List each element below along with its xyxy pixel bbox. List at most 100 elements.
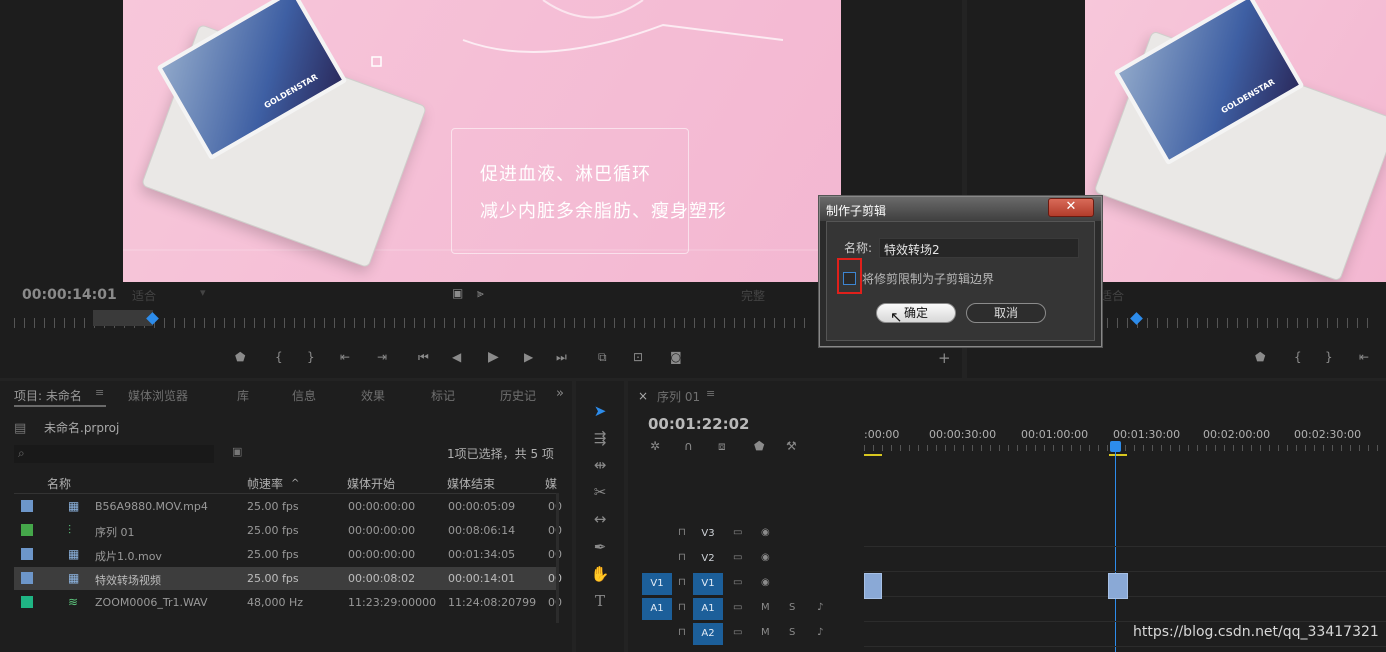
- column-name[interactable]: 名称: [47, 475, 71, 492]
- step-forward-end-icon[interactable]: ⏭: [556, 350, 567, 365]
- table-row[interactable]: ▦ 特效转场视频 25.00 fps 00:00:08:02 00:00:14:01 00: [14, 567, 562, 590]
- insert-icon[interactable]: ⧉: [598, 350, 607, 365]
- ripple-edit-tool-icon[interactable]: ⇹: [588, 454, 612, 476]
- tab-history[interactable]: 历史记: [500, 387, 536, 404]
- clip-v1-start[interactable]: [864, 573, 882, 599]
- program-video-frame[interactable]: GOLDENSTAR: [1085, 0, 1386, 282]
- new-bin-icon[interactable]: ▣: [232, 445, 242, 458]
- play-icon[interactable]: ▶: [488, 349, 499, 365]
- track-target-a2[interactable]: A2: [693, 623, 723, 645]
- marker-icon[interactable]: ⬟: [235, 350, 245, 364]
- dialog-title-bar[interactable]: 制作子剪辑 ✕: [820, 197, 1101, 221]
- track-header-v1[interactable]: V1 ⊓ V1 ▭ ◉: [628, 573, 864, 595]
- drag-video-icon[interactable]: ▣: [452, 286, 463, 300]
- add-marker-icon[interactable]: ⬟: [754, 439, 764, 453]
- timeline-ruler[interactable]: :00:00 00:00:30:00 00:01:00:00 00:01:30:…: [864, 421, 1386, 461]
- settings-wrench-icon[interactable]: ⚒: [786, 439, 797, 453]
- source-fit-dropdown[interactable]: 适合: [132, 287, 156, 304]
- lock-icon[interactable]: ⊓: [678, 577, 686, 588]
- mute-icon[interactable]: M: [761, 602, 770, 613]
- lock-icon[interactable]: ⊓: [678, 527, 686, 538]
- panel-menu-icon[interactable]: ≡: [95, 386, 104, 399]
- toggle-output-icon[interactable]: ◉: [761, 552, 770, 563]
- ok-button[interactable]: 确定: [876, 303, 956, 323]
- track-header-v2[interactable]: ⊓ V2 ▭ ◉: [628, 548, 864, 570]
- snap-icon[interactable]: ∩: [684, 439, 693, 453]
- tab-project[interactable]: 项目: 未命名: [14, 387, 82, 404]
- column-media-start[interactable]: 媒体开始: [347, 475, 395, 492]
- nest-icon[interactable]: ✲: [650, 439, 660, 453]
- voice-over-icon[interactable]: ♪: [817, 602, 823, 613]
- source-patch-v1[interactable]: V1: [642, 573, 672, 595]
- drag-audio-icon[interactable]: ⫸: [477, 286, 484, 301]
- solo-icon[interactable]: S: [789, 602, 795, 613]
- tab-sequence[interactable]: 序列 01: [657, 388, 700, 405]
- toggle-output-icon[interactable]: ◉: [761, 577, 770, 588]
- vertical-scrollbar[interactable]: [556, 493, 559, 623]
- tab-info[interactable]: 信息: [292, 387, 316, 404]
- step-back-icon[interactable]: ◀: [452, 350, 461, 364]
- search-input[interactable]: ⌕: [14, 445, 214, 463]
- timeline-timecode[interactable]: 00:01:22:02: [648, 415, 750, 433]
- sync-lock-icon[interactable]: ▭: [733, 627, 742, 638]
- mark-in-icon[interactable]: {: [275, 350, 283, 364]
- table-row[interactable]: ▦ B56A9880.MOV.mp4 25.00 fps 00:00:00:00 00:…: [14, 495, 562, 518]
- in-out-range[interactable]: [93, 310, 153, 326]
- label-color-swatch[interactable]: [21, 524, 33, 536]
- track-target-a1[interactable]: A1: [693, 598, 723, 620]
- toggle-output-icon[interactable]: ◉: [761, 527, 770, 538]
- track-header-a2[interactable]: ⊓ A2 ▭ M S ♪: [628, 623, 864, 645]
- slip-tool-icon[interactable]: ↔: [588, 508, 612, 530]
- label-color-swatch[interactable]: [21, 500, 33, 512]
- voice-over-icon[interactable]: ♪: [817, 627, 823, 638]
- program-marker-icon[interactable]: ⬟: [1255, 350, 1265, 364]
- mark-out-icon[interactable]: }: [307, 350, 315, 364]
- sync-lock-icon[interactable]: ▭: [733, 602, 742, 613]
- overwrite-icon[interactable]: ⊡: [633, 350, 643, 364]
- close-icon[interactable]: ✕: [1048, 198, 1094, 217]
- table-row[interactable]: ⫶ 序列 01 25.00 fps 00:00:00:00 00:08:06:14 00: [14, 519, 562, 542]
- linked-selection-icon[interactable]: ⧈: [718, 439, 726, 454]
- sync-lock-icon[interactable]: ▭: [733, 577, 742, 588]
- sync-lock-icon[interactable]: ▭: [733, 552, 742, 563]
- label-color-swatch[interactable]: [21, 548, 33, 560]
- tab-markers[interactable]: 标记: [431, 387, 455, 404]
- table-row[interactable]: ▦ 成片1.0.mov 25.00 fps 00:00:00:00 00:01:34:0…: [14, 543, 562, 566]
- go-to-in-icon[interactable]: ⇤: [340, 350, 350, 364]
- table-row[interactable]: ≋ ZOOM0006_Tr1.WAV 48,000 Hz 11:23:29:00000…: [14, 591, 562, 614]
- export-frame-icon[interactable]: ◙: [670, 350, 682, 364]
- label-color-swatch[interactable]: [21, 596, 33, 608]
- sequence-menu-icon[interactable]: ≡: [706, 387, 715, 400]
- sync-lock-icon[interactable]: ▭: [733, 527, 742, 538]
- step-back-start-icon[interactable]: ⏮: [418, 350, 429, 365]
- tab-effects[interactable]: 效果: [361, 387, 385, 404]
- source-video-frame[interactable]: GOLDENSTAR 促进血液、淋巴循环 减少内脏多余脂肪、瘦身塑形: [123, 0, 841, 282]
- pen-tool-icon[interactable]: ✒: [588, 536, 612, 558]
- add-button-icon[interactable]: +: [938, 349, 951, 367]
- limit-trims-checkbox[interactable]: [843, 272, 856, 285]
- name-field[interactable]: 特效转场2: [879, 238, 1079, 258]
- track-select-tool-icon[interactable]: ⇶: [588, 427, 612, 449]
- lock-icon[interactable]: ⊓: [678, 627, 686, 638]
- chevron-down-icon[interactable]: ▾: [200, 286, 206, 299]
- razor-tool-icon[interactable]: ✂: [588, 481, 612, 503]
- close-tab-icon[interactable]: ×: [638, 389, 648, 403]
- type-tool-icon[interactable]: T: [588, 590, 612, 612]
- lock-icon[interactable]: ⊓: [678, 552, 686, 563]
- track-target-v2[interactable]: V2: [693, 553, 723, 564]
- step-forward-icon[interactable]: ▶: [524, 350, 533, 364]
- tab-media-browser[interactable]: 媒体浏览器: [128, 387, 188, 404]
- source-quality-dropdown[interactable]: 完整: [741, 287, 765, 304]
- track-target-v3[interactable]: V3: [693, 528, 723, 539]
- track-header-v3[interactable]: ⊓ V3 ▭ ◉: [628, 523, 864, 545]
- source-timecode[interactable]: 00:00:14:01: [22, 287, 117, 303]
- track-header-a1[interactable]: A1 ⊓ A1 ▭ M S ♪: [628, 598, 864, 620]
- hand-tool-icon[interactable]: ✋: [588, 563, 612, 585]
- go-to-out-icon[interactable]: ⇥: [377, 350, 387, 364]
- clip-v1-playhead[interactable]: [1108, 573, 1128, 599]
- tab-libraries[interactable]: 库: [237, 387, 249, 404]
- cancel-button[interactable]: 取消: [966, 303, 1046, 323]
- mute-icon[interactable]: M: [761, 627, 770, 638]
- program-mark-in-icon[interactable]: {: [1294, 350, 1302, 364]
- program-fit-dropdown[interactable]: 适合: [1100, 287, 1124, 304]
